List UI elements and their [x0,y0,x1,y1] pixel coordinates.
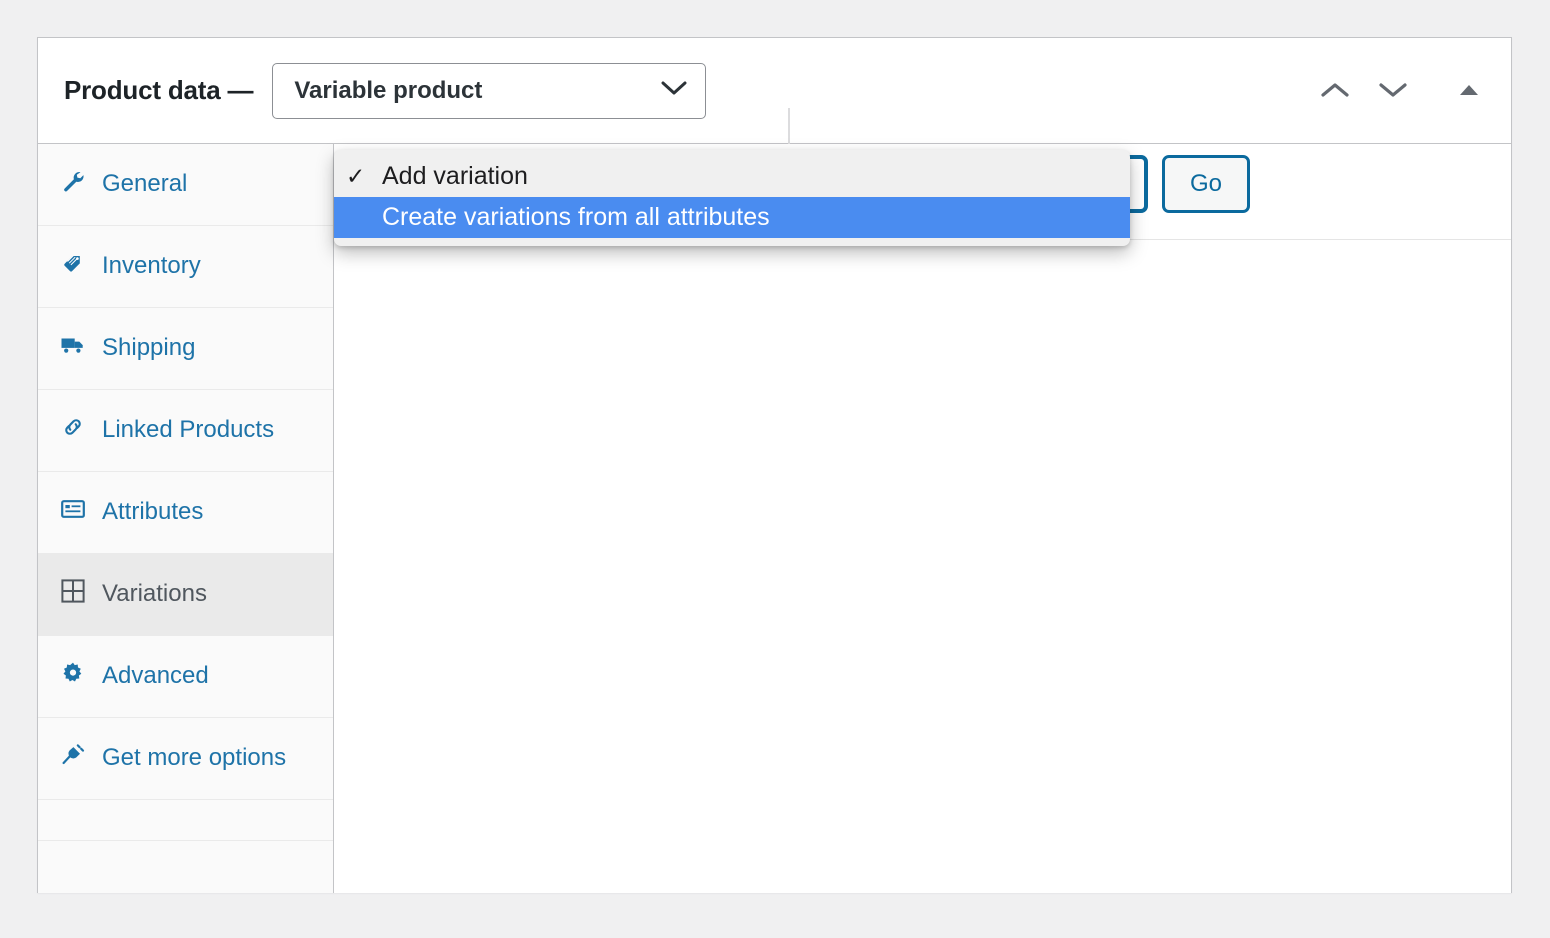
sidebar-item-variations[interactable]: Variations [38,554,333,636]
variations-panel: ✓ Add variation Create variations from a… [334,144,1511,893]
sidebar-item-label: Variations [102,574,207,614]
product-type-select[interactable]: Variable product [272,63,706,119]
sidebar-item-attributes[interactable]: Attributes [38,472,333,554]
chevron-down-icon [661,80,687,101]
sidebar-item-linked-products[interactable]: Linked Products [38,390,333,472]
sidebar-item-label: General [102,164,187,204]
sidebar-item-general[interactable]: General [38,144,333,226]
metabox-body: General Inventory [38,144,1511,893]
move-up-button[interactable] [1313,69,1357,113]
product-data-metabox: Product data — Variable product [37,37,1512,893]
wrench-icon [60,166,86,196]
gear-icon [60,658,86,688]
bulk-action-dropdown: ✓ Add variation Create variations from a… [334,150,1130,246]
tag-icon [60,248,86,278]
page-title: Product data — [64,75,253,106]
sidebar-item-advanced[interactable]: Advanced [38,636,333,718]
go-button[interactable]: Go [1162,155,1250,213]
product-type-value: Variable product [294,77,661,105]
truck-icon [60,330,86,360]
chevron-up-icon [1320,81,1350,102]
metabox-header: Product data — Variable product [38,38,1511,144]
list-icon [60,494,86,524]
variations-toolbar: ✓ Add variation Create variations from a… [334,144,1511,240]
sidebar-item-label: Inventory [102,246,201,286]
triangle-up-icon [1458,83,1480,100]
grid-icon [60,576,86,606]
link-icon [60,412,86,442]
product-data-tabs: General Inventory [38,144,334,893]
sidebar-item-inventory[interactable]: Inventory [38,226,333,308]
sidebar-item-label: Linked Products [102,410,274,450]
dropdown-option-label: Create variations from all attributes [382,203,770,232]
dropdown-option-add-variation[interactable]: ✓ Add variation [334,156,1130,197]
toggle-panel-button[interactable] [1447,69,1491,113]
sidebar-item-label: Get more options [102,738,286,778]
dropdown-option-create-variations[interactable]: Create variations from all attributes [334,197,1130,238]
move-down-button[interactable] [1371,69,1415,113]
sidebar-item-get-more-options[interactable]: Get more options [38,718,333,800]
dropdown-option-label: Add variation [382,162,528,191]
header-divider [788,108,790,149]
header-actions [1313,38,1491,144]
sidebar-item-label: Shipping [102,328,195,368]
check-icon: ✓ [346,163,382,190]
sidebar-item-shipping[interactable]: Shipping [38,308,333,390]
sidebar-item-label: Attributes [102,492,203,532]
chevron-down-icon [1378,81,1408,102]
sidebar-item-label: Advanced [102,656,209,696]
tabs-spacer [38,800,333,841]
plug-icon [60,740,86,770]
